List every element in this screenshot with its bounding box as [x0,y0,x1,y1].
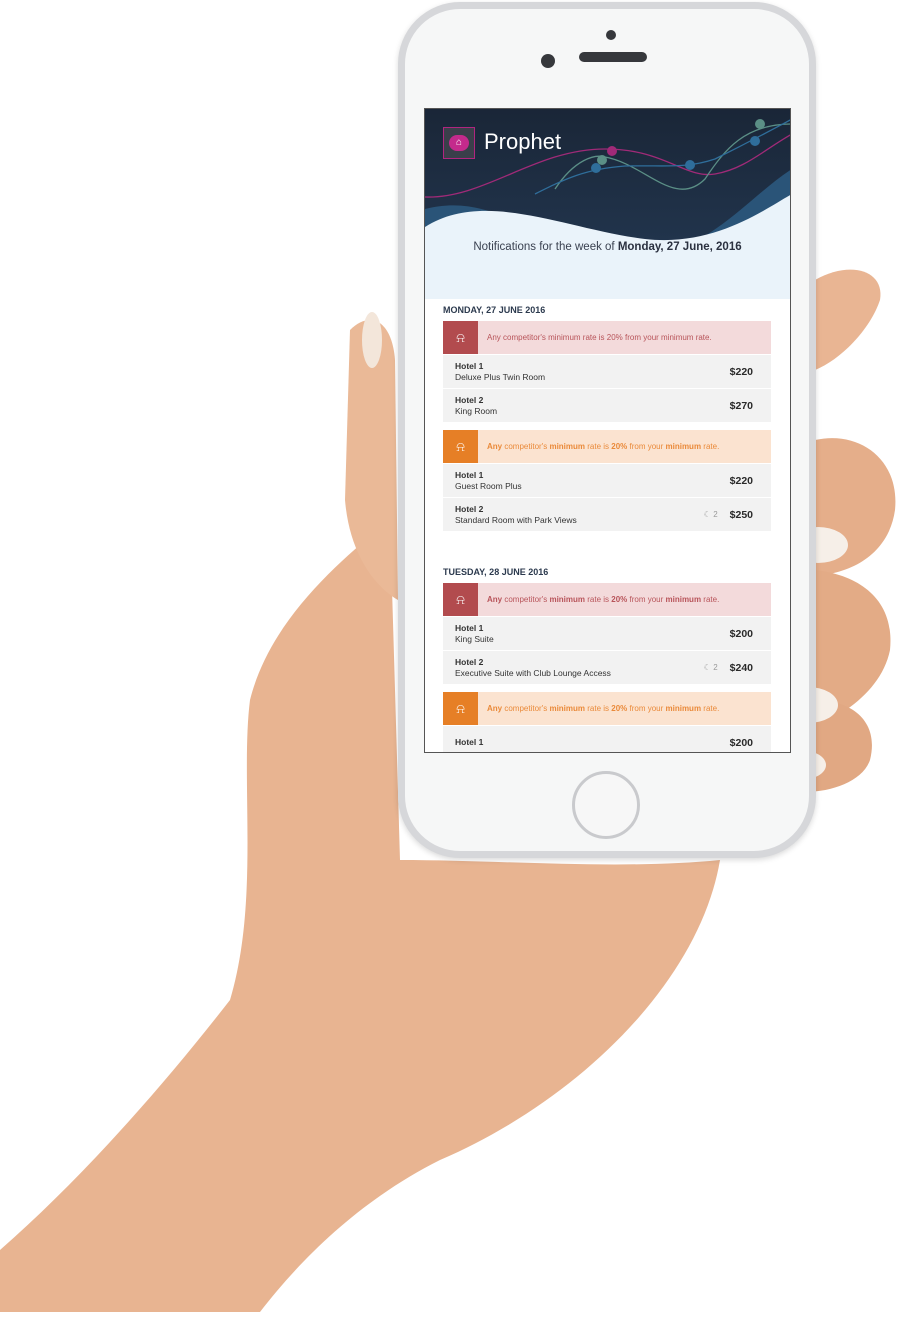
alert-message: Any competitor's minimum rate is 20% fro… [478,430,771,463]
hotel-name: Hotel 1 [455,360,484,371]
hotel-name: Hotel 2 [455,394,484,405]
hotel-name: Hotel 2 [455,503,484,514]
rate-names: Hotel 1 Deluxe Plus Twin Room [455,361,730,383]
nights-count: ☾ 2 [703,510,718,519]
header-wave-graphic [425,119,790,299]
rate-price: $270 [729,399,753,412]
rate-row[interactable]: Hotel 2 Standard Room with Park Views ☾ 2 $… [443,497,771,531]
alert-text-segment: rate is [585,442,612,451]
bell-icon: ⍾ [443,430,478,463]
bell-icon: ⍾ [443,692,478,725]
alert-text-segment: 20% [611,704,628,713]
proximity-sensor [606,30,616,40]
alert-text-segment: minimum [665,442,702,451]
home-cloud-icon: ⌂ [449,135,469,151]
hotel-name: Hotel 1 [455,469,484,480]
speaker-grille [579,52,647,62]
alert-text-segment: 20% [611,442,628,451]
alert-text-segment: minimum [549,595,586,604]
alert-text-segment: minimum [665,704,702,713]
alert-text-segment: competitor's [502,595,550,604]
room-type: King Room [455,405,498,416]
rate-row[interactable]: Hotel 1 Guest Room Plus $220 [443,463,771,497]
alert-text-segment: rate. [701,595,720,604]
alert-banner[interactable]: ⍾ Any competitor's minimum rate is 20% fr… [443,692,771,725]
room-type: Standard Room with Park Views [455,514,577,525]
rate-price: $200 [729,627,753,640]
alert-banner[interactable]: ⍾ Any competitor's minimum rate is 20% fr… [443,583,771,616]
prophet-logo: ⌂ [443,127,475,159]
notification-group[interactable]: ⍾ Any competitor's minimum rate is 20% fr… [443,321,771,422]
alert-text-segment: rate is [585,595,612,604]
front-camera [541,54,555,68]
app-header: ⌂ Prophet Notifications for the week of … [425,109,790,299]
rate-row[interactable]: Hotel 1 King Suite $200 [443,616,771,650]
alert-message: Any competitor's minimum rate is 20% fro… [478,321,771,354]
alert-text-segment: 20% [611,595,628,604]
alert-message: Any competitor's minimum rate is 20% fro… [478,583,771,616]
notification-group[interactable]: ⍾ Any competitor's minimum rate is 20% fr… [443,692,771,752]
hotel-name: Hotel 1 [455,737,484,747]
alert-text-segment: competitor's [502,704,550,713]
notification-group[interactable]: ⍾ Any competitor's minimum rate is 20% fr… [443,430,771,531]
rate-names: Hotel 2 Standard Room with Park Views [455,504,704,526]
rate-names: Hotel 1 Guest Room Plus [455,470,730,492]
rate-row[interactable]: Hotel 2 King Room $270 [443,388,771,422]
alert-text-segment: from your [627,595,666,604]
alert-text-segment: minimum [549,442,586,451]
bell-icon: ⍾ [443,321,478,354]
rate-row[interactable]: Hotel 1 Deluxe Plus Twin Room $220 [443,354,771,388]
room-type: Guest Room Plus [455,480,522,491]
subtitle-date: Monday, 27 June, 2016 [617,241,742,253]
rate-price: $220 [729,474,753,487]
hotel-name: Hotel 1 [455,622,484,633]
alert-text-segment: competitor's [502,442,550,451]
section-date-heading: MONDAY, 27 JUNE 2016 [443,305,546,315]
nights-count: ☾ 2 [703,663,718,672]
alert-banner[interactable]: ⍾ Any competitor's minimum rate is 20% fr… [443,430,771,463]
subtitle-prefix: Notifications for the week of [473,241,618,253]
app-title: Prophet [484,129,562,154]
bell-icon: ⍾ [443,583,478,616]
rate-price: $200 [729,736,753,749]
rate-names: Hotel 1 King Suite [455,623,730,645]
alert-text-segment: minimum [665,595,702,604]
rate-names: Hotel 2 Executive Suite with Club Lounge … [455,657,704,679]
notification-list: MONDAY, 27 JUNE 2016 ⍾ Any competitor's mi… [425,299,790,752]
alert-text-segment: rate. [701,442,720,451]
alert-text-segment: Any [487,442,503,451]
room-type: Deluxe Plus Twin Room [455,371,546,382]
week-subtitle: Notifications for the week of Monday, 27… [425,241,790,253]
rate-price: $220 [729,365,753,378]
alert-text-segment: from your [627,704,666,713]
alert-text-segment: rate is [585,704,612,713]
rate-price: $240 [729,661,753,674]
alert-text-segment: rate. [701,704,720,713]
room-type: Executive Suite with Club Lounge Access [455,667,611,678]
alert-message: Any competitor's minimum rate is 20% fro… [478,692,771,725]
rate-row[interactable]: Hotel 2 Executive Suite with Club Lounge … [443,650,771,684]
alert-text-segment: Any [487,704,503,713]
phone-screen: ⌂ Prophet Notifications for the week of … [424,108,791,753]
rate-row[interactable]: Hotel 1 $200 [443,725,771,752]
alert-text-segment: from your [627,442,666,451]
alert-text-segment: Any competitor's minimum rate is 20% fro… [487,333,712,342]
rate-names: Hotel 1 [455,737,730,748]
room-type: King Suite [455,633,494,644]
home-button[interactable] [572,771,640,839]
notification-group[interactable]: ⍾ Any competitor's minimum rate is 20% fr… [443,583,771,684]
alert-text-segment: minimum [549,704,586,713]
alert-text-segment: Any [487,595,503,604]
rate-names: Hotel 2 King Room [455,395,730,417]
alert-banner[interactable]: ⍾ Any competitor's minimum rate is 20% fr… [443,321,771,354]
section-date-heading: TUESDAY, 28 JUNE 2016 [443,567,549,577]
rate-price: $250 [729,508,753,521]
hotel-name: Hotel 2 [455,656,484,667]
